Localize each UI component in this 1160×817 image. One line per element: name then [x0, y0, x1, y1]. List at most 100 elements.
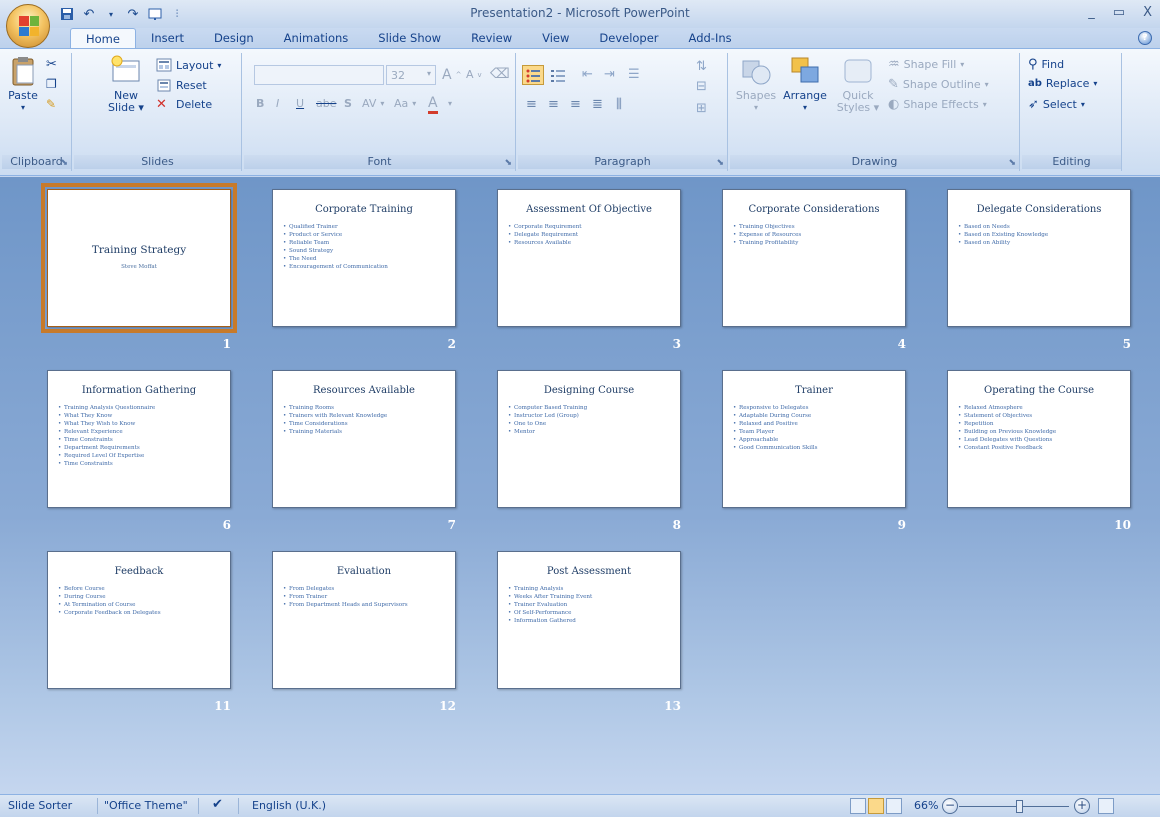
shape-fill-button[interactable]: ♒ Shape Fill ▾ [888, 57, 964, 72]
editing-label: Editing [1022, 155, 1121, 169]
slide-thumbnail[interactable]: Trainer Responsive to DelegatesAdaptable … [722, 370, 906, 508]
spelling-check-icon[interactable]: ✔ [212, 797, 223, 812]
align-left-button[interactable]: ≡ [526, 97, 537, 112]
increase-indent-button[interactable]: ⇥ [604, 67, 615, 82]
character-spacing-button[interactable]: AV ▾ [362, 97, 384, 110]
slide-bullet: Delegate Requirement [508, 231, 670, 239]
help-icon[interactable]: ? [1138, 31, 1152, 45]
cut-button[interactable]: ✂ [46, 57, 57, 72]
clipboard-launcher-icon[interactable]: ⬊ [60, 158, 68, 168]
drawing-launcher-icon[interactable]: ⬊ [1008, 158, 1016, 168]
grow-font-button[interactable]: A ^ [442, 67, 461, 83]
tab-developer[interactable]: Developer [584, 28, 673, 48]
format-painter-button[interactable]: ✎ [46, 97, 56, 111]
delete-button[interactable]: ✕ Delete [156, 97, 212, 112]
slide-thumbnail[interactable]: Delegate ConsiderationsBased on NeedsBas… [947, 189, 1131, 327]
slide-bullet: Time Considerations [283, 420, 445, 428]
zoom-level[interactable]: 66% [914, 799, 938, 812]
bullets-button[interactable] [522, 65, 544, 85]
decrease-indent-button[interactable]: ⇤ [582, 67, 593, 82]
tab-insert[interactable]: Insert [136, 28, 199, 48]
clear-formatting-button[interactable]: ⌫ [490, 66, 510, 82]
tab-design[interactable]: Design [199, 28, 269, 48]
justify-button[interactable]: ≣ [592, 97, 603, 112]
underline-button[interactable]: U [296, 97, 304, 110]
smartart-button[interactable]: ⊞ [696, 101, 707, 116]
align-center-button[interactable]: ≡ [548, 97, 559, 112]
zoom-slider-thumb[interactable] [1015, 800, 1023, 813]
bold-button[interactable]: B [256, 97, 264, 110]
paste-button[interactable]: Paste ▾ [6, 55, 40, 114]
slide-sorter-area[interactable]: Training Strategy Steve Moffat 1 Corporate … [0, 177, 1160, 794]
effects-icon: ◐ [888, 97, 900, 112]
tab-add-ins[interactable]: Add-Ins [674, 28, 747, 48]
italic-button[interactable]: I [276, 97, 279, 110]
tab-view[interactable]: View [527, 28, 584, 48]
slide-thumbnail[interactable]: Training Strategy Steve Moffat [41, 183, 237, 333]
slide-thumbnail[interactable]: Evaluation From DelegatesFrom TrainerFrom… [272, 551, 456, 689]
tab-slide-show[interactable]: Slide Show [363, 28, 456, 48]
font-color-button[interactable]: A [428, 95, 438, 114]
shapes-button[interactable]: Shapes ▾ [734, 55, 778, 114]
slide-show-view-button[interactable] [886, 798, 902, 814]
font-size-combobox[interactable]: 32 ▾ [386, 65, 436, 85]
slide-thumbnail[interactable]: Corporate Considerations Training Objecti… [722, 189, 906, 327]
slide-thumbnail[interactable]: Feedback Before CourseDuring CourseAt Ter… [47, 551, 231, 689]
slide-thumbnail[interactable]: Information Gathering Training Analysis Q… [47, 370, 231, 508]
tab-animations[interactable]: Animations [269, 28, 364, 48]
slide-thumbnail[interactable]: Operating the Course Relaxed AtmosphereSt… [947, 370, 1131, 508]
font-name-combobox[interactable] [254, 65, 384, 85]
slide-thumbnail[interactable]: Post Assessment Training AnalysisWeeks Af… [497, 551, 681, 689]
zoom-in-button[interactable]: + [1074, 798, 1090, 814]
align-right-button[interactable]: ≡ [570, 97, 581, 112]
slide-sorter-view-button[interactable] [868, 798, 884, 814]
layout-button[interactable]: Layout ▾ [156, 57, 221, 73]
font-color-dropdown[interactable]: ▾ [448, 99, 452, 108]
slide-bullet: Repetition [958, 420, 1120, 428]
shadow-button[interactable]: S [344, 97, 352, 110]
font-launcher-icon[interactable]: ⬊ [504, 158, 512, 168]
slide-thumbnail[interactable]: Assessment Of Objective Corporate Require… [497, 189, 681, 327]
line-spacing-button[interactable]: ☰ [628, 67, 640, 82]
copy-button[interactable]: ❐ [46, 77, 57, 91]
shrink-font-button[interactable]: Av [466, 68, 482, 81]
copy-icon: ❐ [46, 77, 57, 91]
shape-effects-button[interactable]: ◐ Shape Effects ▾ [888, 97, 987, 112]
slide-bullet: From Trainer [283, 593, 445, 601]
find-button[interactable]: ⚲ Find [1028, 57, 1064, 72]
strikethrough-button[interactable]: abe [316, 97, 337, 110]
slide-title: Delegate Considerations [976, 204, 1102, 215]
new-slide-button[interactable]: New Slide ▾ [106, 55, 146, 114]
tab-review[interactable]: Review [456, 28, 527, 48]
change-case-button[interactable]: Aa ▾ [394, 97, 416, 110]
slide-bullet: Based on Needs [958, 223, 1120, 231]
columns-button[interactable]: ⫼ [616, 97, 622, 112]
zoom-out-button[interactable]: − [942, 798, 958, 814]
quick-styles-button[interactable]: Quick Styles ▾ [834, 55, 882, 114]
office-button[interactable] [6, 4, 50, 48]
tab-home[interactable]: Home [70, 28, 136, 48]
theme-name[interactable]: "Office Theme" [104, 799, 188, 812]
slide-thumbnail[interactable]: Designing Course Computer Based TrainingI… [497, 370, 681, 508]
slide-thumbnail[interactable]: Corporate Training Qualified TrainerProdu… [272, 189, 456, 327]
numbering-button[interactable] [550, 67, 566, 83]
close-button[interactable]: X [1143, 5, 1152, 20]
minimize-button[interactable]: _ [1088, 5, 1095, 20]
restore-button[interactable]: ▭ [1113, 5, 1125, 20]
text-direction-button[interactable]: ⇅ [696, 59, 707, 74]
zoom-slider[interactable] [959, 806, 1069, 807]
slide-bullet: Relevant Experience [58, 428, 220, 436]
select-button[interactable]: ➶ Select ▾ [1028, 97, 1085, 112]
normal-view-button[interactable] [850, 798, 866, 814]
align-text-button[interactable]: ⊟ [696, 79, 707, 94]
arrange-button[interactable]: Arrange ▾ [780, 55, 830, 114]
slide-thumbnail[interactable]: Resources Available Training RoomsTrainer… [272, 370, 456, 508]
paragraph-launcher-icon[interactable]: ⬊ [716, 158, 724, 168]
text-direction-icon: ⇅ [696, 59, 707, 74]
reset-button[interactable]: Reset [156, 77, 207, 93]
shape-outline-button[interactable]: ✎ Shape Outline ▾ [888, 77, 989, 92]
fit-to-window-button[interactable] [1098, 798, 1114, 814]
language-indicator[interactable]: English (U.K.) [252, 799, 326, 812]
replace-button[interactable]: ab Replace ▾ [1028, 77, 1097, 90]
slide-bullet: Required Level Of Expertise [58, 452, 220, 460]
